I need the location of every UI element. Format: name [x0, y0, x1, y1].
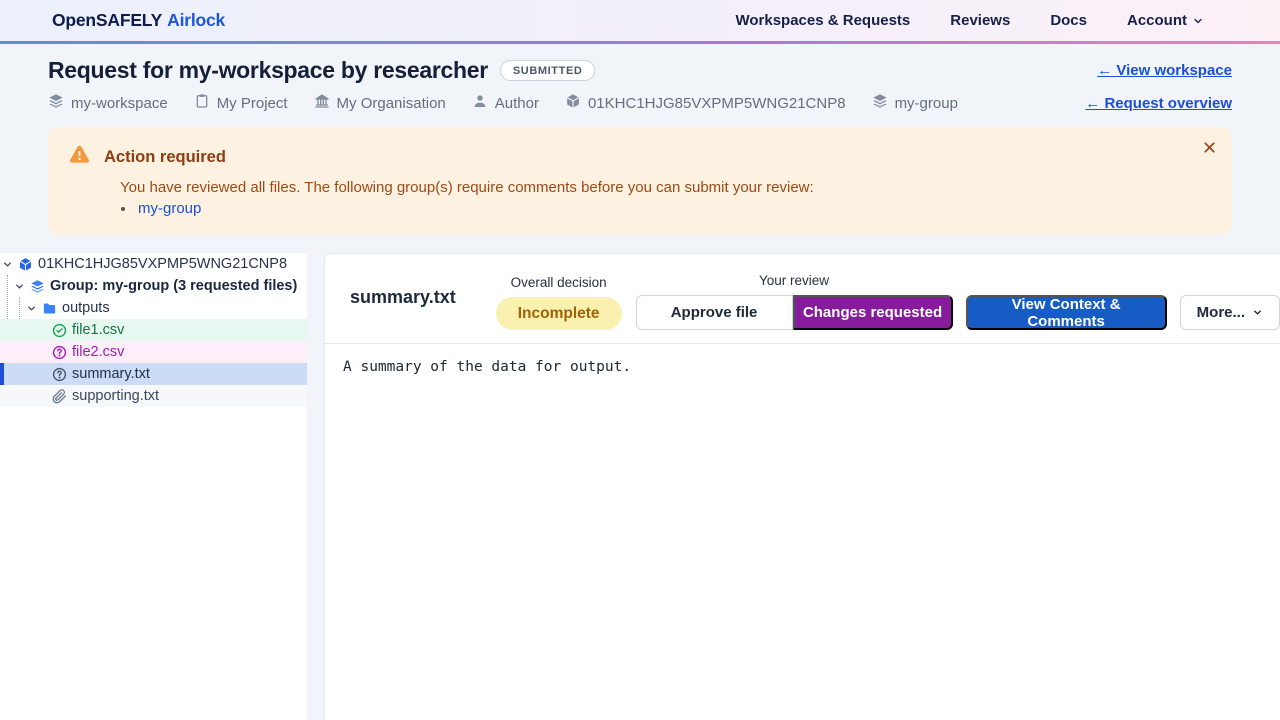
layers-icon [30, 279, 45, 294]
layers-icon [48, 93, 64, 113]
top-navigation: Workspaces & Requests Reviews Docs Accou… [735, 12, 1204, 29]
alert-message: You have reviewed all files. The followi… [120, 179, 1208, 196]
file-name-heading: summary.txt [350, 287, 456, 308]
brand-secondary: Airlock [167, 10, 225, 30]
meta-author: Author [472, 93, 539, 113]
account-label: Account [1127, 12, 1187, 29]
request-title-section: Request for my-workspace by researcher S… [0, 44, 1280, 119]
layers-icon [872, 93, 888, 113]
meta-organisation: My Organisation [314, 93, 446, 113]
app-header: OpenSAFELYAirlock Workspaces & Requests … [0, 0, 1280, 44]
status-badge: SUBMITTED [500, 60, 596, 81]
request-meta-row: my-workspace My Project My Organisation … [48, 93, 1232, 113]
alert-title: Action required [104, 148, 226, 167]
app-logo[interactable]: OpenSAFELYAirlock [52, 10, 225, 31]
person-icon [472, 93, 488, 113]
tree-item-file2[interactable]: file2.csv [0, 341, 307, 363]
tree-item-label: 01KHC1HJG85VXPMP5WNG21CNP8 [38, 256, 287, 272]
circle-question-icon [52, 345, 67, 360]
tree-item-label: summary.txt [72, 366, 150, 382]
meta-author-label: Author [495, 95, 539, 112]
nav-docs[interactable]: Docs [1050, 12, 1087, 29]
nav-workspaces-requests[interactable]: Workspaces & Requests [735, 12, 910, 29]
folder-icon [42, 301, 57, 316]
alert-group-link[interactable]: my-group [138, 200, 201, 217]
file-content-text: A summary of the data for output. [343, 359, 1262, 375]
chevron-down-icon [1192, 15, 1204, 27]
circle-question-icon [52, 367, 67, 382]
tree-item-file1[interactable]: file1.csv [0, 319, 307, 341]
more-actions-button[interactable]: More... [1180, 295, 1280, 330]
alert-group-item: my-group [136, 200, 1208, 217]
tree-item-outputs-folder[interactable]: outputs [0, 297, 307, 319]
overall-decision-group: Overall decision Incomplete [496, 275, 622, 330]
action-required-banner: Action required You have reviewed all fi… [48, 127, 1232, 235]
chevron-down-icon[interactable] [26, 303, 37, 314]
chevron-down-icon[interactable] [14, 281, 25, 292]
view-workspace-link[interactable]: ← View workspace [1097, 62, 1232, 79]
tree-item-label: outputs [62, 300, 110, 316]
brand-primary: OpenSAFELY [52, 10, 162, 30]
your-review-label: Your review [759, 273, 829, 288]
request-overview-link[interactable]: ← Request overview [1085, 95, 1232, 112]
file-panel-header: summary.txt Overall decision Incomplete … [325, 254, 1280, 344]
chevron-down-icon [1252, 307, 1263, 318]
overall-decision-label: Overall decision [511, 275, 607, 290]
chevron-down-icon[interactable] [2, 259, 13, 270]
clipboard-icon [194, 93, 210, 113]
selected-indicator [0, 363, 4, 385]
file-content-area[interactable]: A summary of the data for output. [325, 344, 1280, 720]
changes-requested-button[interactable]: Changes requested [793, 295, 953, 330]
nav-reviews[interactable]: Reviews [950, 12, 1010, 29]
tree-item-supporting[interactable]: supporting.txt [0, 385, 307, 407]
nav-account-menu[interactable]: Account [1127, 12, 1204, 29]
cube-icon [565, 93, 581, 113]
meta-project: My Project [194, 93, 288, 113]
meta-group: my-group [872, 93, 958, 113]
review-button-group: Approve file Changes requested [636, 295, 953, 330]
meta-group-label: my-group [895, 95, 958, 112]
tree-item-label: file2.csv [72, 344, 124, 360]
tree-item-group[interactable]: Group: my-group (3 requested files) [0, 275, 307, 297]
close-icon[interactable] [1201, 139, 1218, 156]
tree-item-summary[interactable]: summary.txt [0, 363, 307, 385]
meta-project-label: My Project [217, 95, 288, 112]
tree-item-label: Group: my-group (3 requested files) [50, 278, 297, 294]
paperclip-icon [52, 389, 67, 404]
meta-workspace: my-workspace [48, 93, 168, 113]
page-title: Request for my-workspace by researcher [48, 57, 488, 84]
alert-group-list: my-group [136, 200, 1208, 217]
file-tree-sidebar: 01KHC1HJG85VXPMP5WNG21CNP8 Group: my-gro… [0, 253, 307, 720]
tree-item-label: supporting.txt [72, 388, 159, 404]
more-label: More... [1197, 304, 1245, 321]
your-review-group: Your review Approve file Changes request… [636, 273, 953, 330]
main-content: 01KHC1HJG85VXPMP5WNG21CNP8 Group: my-gro… [0, 253, 1280, 720]
meta-request-id: 01KHC1HJG85VXPMP5WNG21CNP8 [565, 93, 846, 113]
approve-file-button[interactable]: Approve file [636, 295, 793, 330]
meta-workspace-label: my-workspace [71, 95, 168, 112]
view-context-comments-button[interactable]: View Context & Comments [966, 295, 1167, 330]
meta-request-id-label: 01KHC1HJG85VXPMP5WNG21CNP8 [588, 95, 846, 112]
decision-badge: Incomplete [496, 297, 622, 330]
cube-icon [18, 257, 33, 272]
warning-icon [68, 143, 91, 171]
file-review-panel: summary.txt Overall decision Incomplete … [324, 253, 1280, 720]
meta-organisation-label: My Organisation [337, 95, 446, 112]
tree-item-request-id[interactable]: 01KHC1HJG85VXPMP5WNG21CNP8 [0, 253, 307, 275]
circle-check-icon [52, 323, 67, 338]
tree-item-label: file1.csv [72, 322, 124, 338]
bank-icon [314, 93, 330, 113]
